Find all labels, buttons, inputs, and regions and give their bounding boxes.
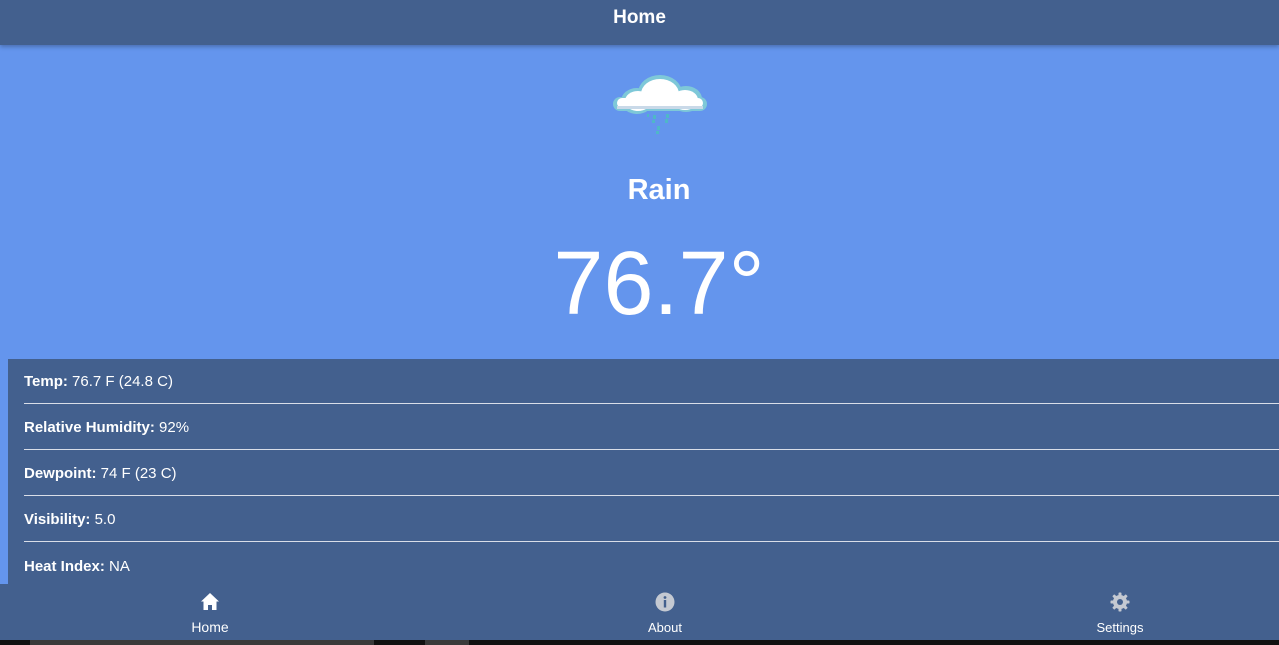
app-header: Home — [0, 0, 1279, 45]
window-bottom-strip — [0, 640, 1279, 645]
divider — [24, 495, 1279, 496]
weather-app: Home Rain 76.7° Temp: 76.7 F (24.8 C) Re… — [0, 0, 1279, 645]
detail-row-visibility: Visibility: 5.0 — [8, 497, 1279, 542]
tab-about[interactable]: About — [585, 584, 745, 640]
detail-row-heat-index: Heat Index: NA — [8, 543, 1279, 588]
detail-label: Relative Humidity: — [24, 419, 155, 436]
detail-text: Dewpoint: 74 F (23 C) — [24, 465, 177, 482]
detail-label: Visibility: — [24, 511, 91, 528]
detail-label: Dewpoint: — [24, 465, 97, 482]
detail-row-humidity: Relative Humidity: 92% — [8, 405, 1279, 450]
tab-settings-label: Settings — [1096, 620, 1144, 635]
detail-text: Relative Humidity: 92% — [24, 419, 189, 436]
page-title: Home — [613, 7, 666, 28]
detail-label: Temp: — [24, 373, 68, 390]
detail-value: 74 F (23 C) — [96, 465, 177, 482]
tab-settings[interactable]: Settings — [1040, 584, 1200, 640]
detail-text: Visibility: 5.0 — [24, 511, 115, 528]
home-icon — [201, 593, 219, 610]
detail-value: 92% — [154, 419, 190, 436]
divider — [24, 403, 1279, 404]
tab-home[interactable]: Home — [130, 584, 290, 640]
rain-cloud-icon — [613, 75, 707, 134]
current-temperature: 76.7° — [553, 234, 765, 334]
strip-segment — [425, 640, 469, 645]
tab-about-label: About — [648, 620, 682, 635]
gear-icon — [1110, 592, 1130, 612]
divider — [24, 449, 1279, 450]
detail-row-dewpoint: Dewpoint: 74 F (23 C) — [8, 451, 1279, 496]
detail-value: 76.7 F (24.8 C) — [67, 373, 173, 390]
detail-label: Heat Index: — [24, 558, 105, 575]
condition-text: Rain — [627, 174, 691, 206]
details-list: Temp: 76.7 F (24.8 C) Relative Humidity:… — [8, 359, 1279, 589]
bottom-tab-bar: Home About Settings — [0, 584, 1279, 640]
strip-segment — [30, 640, 374, 645]
divider — [24, 541, 1279, 542]
info-icon — [655, 592, 675, 612]
tab-home-label: Home — [191, 619, 229, 635]
detail-row-temp: Temp: 76.7 F (24.8 C) — [8, 359, 1279, 404]
detail-value: NA — [104, 558, 130, 575]
detail-text: Heat Index: NA — [24, 558, 130, 575]
detail-text: Temp: 76.7 F (24.8 C) — [24, 373, 173, 390]
current-conditions: Rain 76.7° — [0, 45, 1279, 359]
detail-value: 5.0 — [90, 511, 116, 528]
